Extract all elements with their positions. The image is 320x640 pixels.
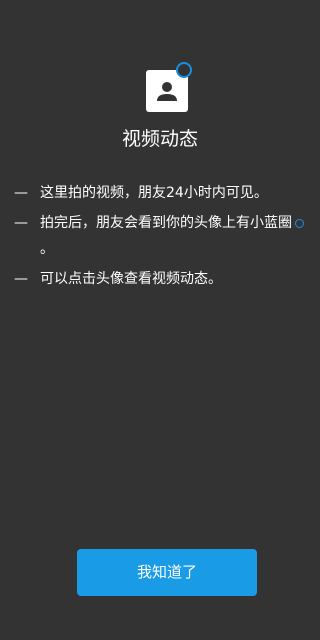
ring-indicator-icon bbox=[176, 62, 192, 78]
tip-item: — 这里拍的视频，朋友24小时内可见。 bbox=[14, 180, 314, 206]
tip-bullet: — bbox=[14, 185, 28, 201]
tip-item: — 可以点击头像查看视频动态。 bbox=[14, 266, 314, 292]
avatar-icon-group bbox=[146, 62, 196, 112]
tip-item: — 拍完后，朋友会看到你的头像上有小蓝圈。 bbox=[14, 210, 314, 262]
tip-suffix: 。 bbox=[40, 241, 54, 257]
tip-bullet: — bbox=[14, 271, 28, 287]
got-it-button[interactable]: 我知道了 bbox=[77, 549, 257, 596]
tip-text: 拍完后，朋友会看到你的头像上有小蓝圈 bbox=[40, 215, 292, 231]
tip-text: 这里拍的视频，朋友24小时内可见。 bbox=[40, 185, 268, 201]
video-status-intro-screen: 视频动态 — 这里拍的视频，朋友24小时内可见。 — 拍完后，朋友会看到你的头像… bbox=[0, 0, 320, 640]
tip-text: 可以点击头像查看视频动态。 bbox=[40, 271, 222, 287]
tips-list: — 这里拍的视频，朋友24小时内可见。 — 拍完后，朋友会看到你的头像上有小蓝圈… bbox=[14, 180, 314, 296]
page-title: 视频动态 bbox=[121, 128, 198, 150]
tip-bullet: — bbox=[14, 215, 28, 231]
tip-text-wrap: 拍完后，朋友会看到你的头像上有小蓝圈。 bbox=[40, 210, 314, 262]
blue-ring-icon bbox=[295, 219, 304, 228]
